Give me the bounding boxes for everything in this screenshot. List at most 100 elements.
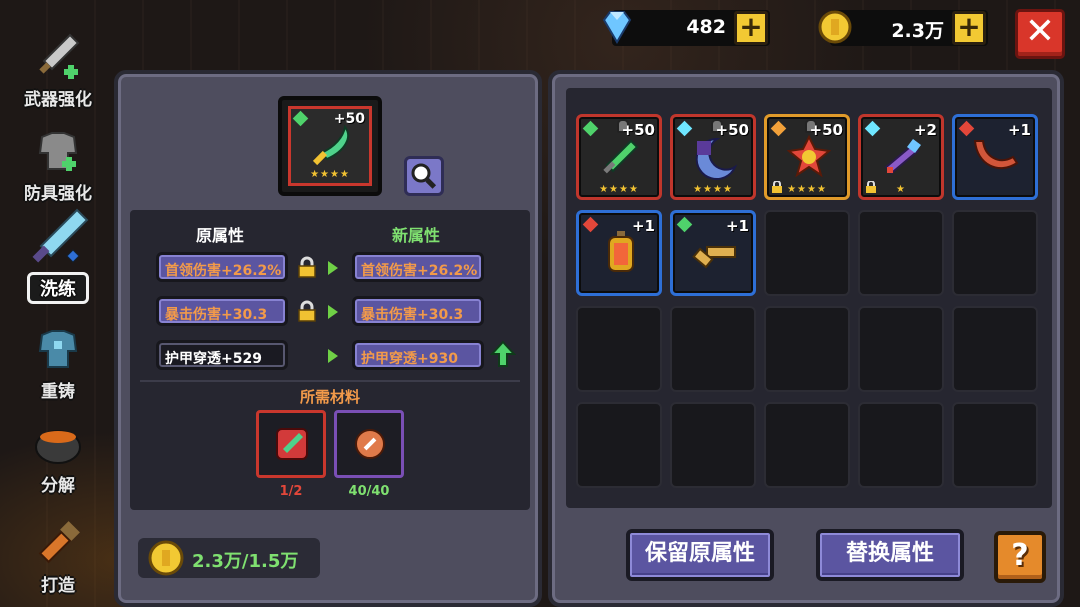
boomerang-icon	[973, 140, 1019, 169]
sidebar-item-label: 分解	[41, 476, 75, 496]
old-attributes-header: 原属性	[196, 226, 245, 245]
empty-inventory-slot[interactable]	[952, 402, 1038, 488]
attribute-lock-toggle-2[interactable]	[296, 300, 318, 322]
refine-sword-icon	[23, 204, 93, 274]
old-attribute-2: 暴击伤害+30.3	[156, 296, 288, 326]
bone-club-icon	[692, 246, 736, 269]
gem-icon	[582, 216, 599, 233]
empty-inventory-slot[interactable]	[670, 402, 756, 488]
empty-inventory-slot[interactable]	[952, 306, 1038, 392]
essence-orb-icon	[355, 429, 385, 459]
crescent-scythe-icon	[695, 137, 738, 180]
sidebar-item-weapon-upgrade[interactable]: 武器强化	[12, 14, 104, 110]
gold-amount: 2.3万	[891, 20, 944, 42]
sidebar-item-label: 防具强化	[24, 184, 92, 204]
material-count-2: 40/40	[348, 484, 390, 499]
inspect-button[interactable]	[404, 156, 444, 196]
armor-upgrade-icon	[28, 121, 88, 181]
gold-cost: 2.3万/1.5万	[138, 538, 320, 578]
crystal-staff-icon	[884, 139, 921, 175]
add-gold-button[interactable]: +	[952, 11, 986, 45]
empty-inventory-slot[interactable]	[576, 306, 662, 392]
new-attribute-1: 首领伤害+26.2%	[352, 252, 484, 282]
green-blade-icon	[603, 139, 639, 174]
inventory-slot[interactable]: +2 ★	[858, 114, 944, 200]
forge-sidebar: 武器强化 防具强化 洗练 重铸 分解 打造	[0, 0, 112, 607]
empty-inventory-slot[interactable]	[670, 306, 756, 392]
green-blade-icon	[312, 124, 350, 166]
sidebar-item-recast[interactable]: 重铸	[12, 306, 104, 402]
empty-inventory-slot[interactable]	[576, 402, 662, 488]
material-slot-2[interactable]	[334, 410, 404, 478]
gold-coin-icon	[814, 6, 856, 48]
lock-icon	[298, 256, 316, 278]
help-button[interactable]: ?	[994, 531, 1046, 583]
inventory-grid: +50 ★★★★ +50 ★★★★ +50 ★★★★ +2 ★ +1 +1 +1	[566, 88, 1052, 508]
empty-inventory-slot[interactable]	[764, 210, 850, 296]
arrow-right-icon	[328, 305, 338, 319]
empty-inventory-slot[interactable]	[858, 402, 944, 488]
selected-equipment-slot[interactable]: +50 ★★★★	[278, 96, 382, 196]
gem-icon	[582, 120, 599, 137]
inventory-slot[interactable]: +50 ★★★★	[764, 114, 850, 200]
add-gems-button[interactable]: +	[734, 11, 768, 45]
empty-inventory-slot[interactable]	[858, 210, 944, 296]
keep-original-button[interactable]: 保留原属性	[626, 529, 774, 581]
sidebar-item-forge[interactable]: 打造	[12, 500, 104, 596]
attribute-comparison: 原属性 新属性 首领伤害+26.2% 首领伤害+26.2% 暴击伤害+30.3 …	[130, 210, 530, 510]
inventory-panel: +50 ★★★★ +50 ★★★★ +50 ★★★★ +2 ★ +1 +1 +1	[548, 70, 1064, 607]
sidebar-item-label: 洗练	[27, 272, 89, 304]
inventory-slot[interactable]: +1	[952, 114, 1038, 200]
lock-icon	[298, 300, 316, 322]
empty-inventory-slot[interactable]	[764, 402, 850, 488]
divider	[140, 380, 520, 382]
sidebar-item-decompose[interactable]: 分解	[12, 400, 104, 496]
sidebar-item-label: 武器强化	[24, 90, 92, 110]
sidebar-item-label: 打造	[41, 576, 75, 596]
gem-icon	[770, 120, 787, 137]
item-stars: ★★★★	[599, 184, 639, 195]
empty-inventory-slot[interactable]	[952, 210, 1038, 296]
inventory-slot[interactable]: +50 ★★★★	[576, 114, 662, 200]
empty-inventory-slot[interactable]	[764, 306, 850, 392]
inventory-slot[interactable]: +1	[670, 210, 756, 296]
gold-counter: 2.3万 +	[818, 10, 988, 46]
magnifier-icon	[411, 163, 437, 189]
gold-cost-amount: 2.3万/1.5万	[192, 551, 299, 572]
old-attribute-3: 护甲穿透+529	[156, 340, 288, 370]
gold-coin-icon	[148, 540, 184, 576]
arrow-right-icon	[328, 349, 338, 363]
new-attribute-3: 护甲穿透+930	[352, 340, 484, 370]
material-slot-1[interactable]	[256, 410, 326, 478]
close-button[interactable]: ✕	[1015, 9, 1065, 59]
diamond-icon	[596, 6, 638, 48]
gem-amount: 482	[686, 16, 726, 38]
upgrade-arrow-icon	[490, 340, 516, 367]
equipment-stars: ★★★★	[310, 169, 350, 180]
gem-icon	[676, 216, 693, 233]
gem-icon	[958, 120, 975, 137]
cauldron-icon	[28, 413, 88, 473]
new-attribute-2: 暴击伤害+30.3	[352, 296, 484, 326]
sidebar-item-armor-upgrade[interactable]: 防具强化	[12, 108, 104, 204]
replace-attributes-button[interactable]: 替换属性	[816, 529, 964, 581]
arrow-right-icon	[328, 261, 338, 275]
refine-stone-icon	[276, 428, 308, 460]
sidebar-item-label: 重铸	[41, 382, 75, 402]
new-attributes-header: 新属性	[392, 226, 441, 245]
item-stars: ★★★★	[693, 184, 733, 195]
attribute-lock-toggle-1[interactable]	[296, 256, 318, 278]
material-count-1: 1/2	[279, 484, 303, 499]
inventory-slot[interactable]: +1	[576, 210, 662, 296]
armor-recast-icon	[28, 319, 88, 379]
empty-inventory-slot[interactable]	[858, 306, 944, 392]
item-stars: ★	[896, 184, 906, 195]
old-attribute-1: 首领伤害+26.2%	[156, 252, 288, 282]
inventory-slot[interactable]: +50 ★★★★	[670, 114, 756, 200]
required-materials-title: 所需材料	[299, 388, 360, 406]
sidebar-item-refine[interactable]: 洗练	[12, 208, 104, 304]
item-stars: ★★★★	[787, 184, 827, 195]
refine-panel: +50 ★★★★ 原属性 新属性 首领伤害+26.2% 首领伤害+26.2% 暴	[114, 70, 542, 607]
fire-orb-icon	[787, 135, 831, 178]
gem-counter: 482 +	[602, 10, 770, 46]
